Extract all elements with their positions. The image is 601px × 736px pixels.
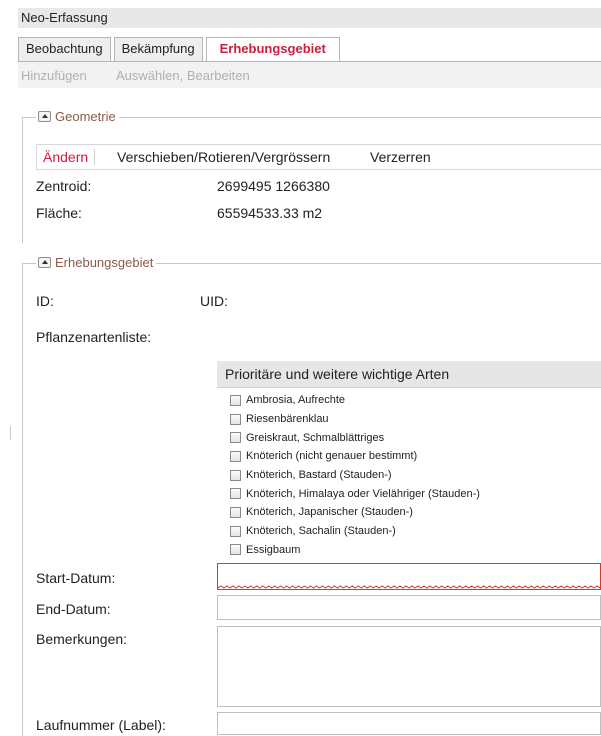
plant-checkbox-row[interactable]: Greiskraut, Schmalblättriges bbox=[217, 428, 601, 447]
plant-label: Knöterich, Bastard (Stauden-) bbox=[246, 469, 392, 482]
id-label: ID: bbox=[36, 293, 54, 309]
checkbox[interactable] bbox=[230, 544, 241, 556]
move-rotate-scale-button[interactable]: Verschieben/Rotieren/Vergrössern bbox=[117, 149, 330, 165]
plant-label: Knöterich, Japanischer (Stauden-) bbox=[246, 506, 413, 519]
plant-label: Essigbaum bbox=[246, 543, 301, 556]
end-date-label: End-Datum: bbox=[36, 601, 111, 617]
select-edit-button[interactable]: Auswählen, Bearbeiten bbox=[116, 68, 250, 83]
collapse-icon[interactable] bbox=[38, 111, 51, 122]
checkbox[interactable] bbox=[230, 413, 241, 425]
tab-erhebungsgebiet[interactable]: Erhebungsgebiet bbox=[205, 37, 340, 62]
plant-label: Knöterich, Sachalin (Stauden-) bbox=[246, 525, 396, 538]
plant-checkbox-row[interactable]: Knöterich, Sachalin (Stauden-) bbox=[217, 522, 601, 541]
plant-label: Riesenbärenklau bbox=[246, 413, 329, 426]
checkbox[interactable] bbox=[230, 525, 241, 537]
tab-bekaempfung[interactable]: Bekämpfung bbox=[113, 37, 203, 61]
geometry-legend-label: Geometrie bbox=[55, 109, 116, 124]
checkbox[interactable] bbox=[230, 432, 241, 444]
plant-checkbox-row[interactable]: Knöterich, Japanischer (Stauden-) bbox=[217, 503, 601, 522]
invalid-marker-icon bbox=[218, 585, 600, 589]
plant-checkbox-row[interactable]: Ambrosia, Aufrechte bbox=[217, 391, 601, 410]
remarks-label: Bemerkungen: bbox=[36, 631, 128, 647]
plant-list-header: Prioritäre und weitere wichtige Arten bbox=[217, 361, 601, 388]
plant-list: Prioritäre und weitere wichtige Arten Am… bbox=[217, 361, 601, 565]
checkbox[interactable] bbox=[230, 450, 241, 462]
add-button[interactable]: Hinzufügen bbox=[21, 68, 87, 83]
plant-checkbox-row[interactable]: Essigbaum bbox=[217, 541, 601, 560]
tab-beobachtung[interactable]: Beobachtung bbox=[18, 37, 111, 61]
tab-bar: Beobachtung Bekämpfung Erhebungsgebiet bbox=[18, 37, 343, 62]
plant-label: Ambrosia, Aufrechte bbox=[246, 394, 346, 407]
toolbar: Hinzufügen Auswählen, Bearbeiten bbox=[18, 62, 601, 88]
plant-label: Knöterich (nicht genauer bestimmt) bbox=[246, 450, 418, 463]
checkbox[interactable] bbox=[230, 394, 241, 406]
end-date-input[interactable] bbox=[217, 595, 601, 620]
geometry-toolbar: Ändern Verschieben/Rotieren/Vergrössern … bbox=[36, 144, 601, 170]
area-value: 65594533.33 m2 bbox=[217, 205, 323, 221]
plant-checkbox-row[interactable]: Knöterich, Bastard (Stauden-) bbox=[217, 466, 601, 485]
plant-list-label: Pflanzenartenliste: bbox=[36, 329, 152, 345]
centroid-value: 2699495 1266380 bbox=[217, 178, 330, 194]
label-number-label: Laufnummer (Label): bbox=[36, 717, 166, 733]
label-number-input[interactable] bbox=[217, 712, 601, 735]
plant-label: Greiskraut, Schmalblättriges bbox=[246, 431, 385, 444]
checkbox[interactable] bbox=[230, 488, 241, 500]
plant-checkbox-row[interactable]: Knöterich (nicht genauer bestimmt) bbox=[217, 447, 601, 466]
splitter-handle[interactable] bbox=[10, 426, 11, 440]
checkbox[interactable] bbox=[230, 506, 241, 518]
area-label: Fläche: bbox=[36, 205, 82, 221]
plant-label: Knöterich, Himalaya oder Vielähriger (St… bbox=[246, 487, 480, 500]
uid-label: UID: bbox=[200, 293, 228, 309]
checkbox[interactable] bbox=[230, 469, 241, 481]
modify-button[interactable]: Ändern bbox=[43, 149, 96, 165]
centroid-label: Zentroid: bbox=[36, 178, 92, 194]
survey-legend-label: Erhebungsgebiet bbox=[55, 255, 154, 270]
distort-button[interactable]: Verzerren bbox=[370, 149, 431, 165]
window-title: Neo-Erfassung bbox=[18, 8, 601, 28]
remarks-textarea[interactable] bbox=[217, 626, 601, 707]
start-date-label: Start-Datum: bbox=[36, 570, 116, 586]
geometry-legend: Geometrie bbox=[36, 109, 119, 124]
plant-checkbox-row[interactable]: Knöterich, Himalaya oder Vielähriger (St… bbox=[217, 484, 601, 503]
plant-checkbox-row[interactable]: Riesenbärenklau bbox=[217, 410, 601, 429]
start-date-input[interactable] bbox=[217, 563, 601, 590]
collapse-icon[interactable] bbox=[38, 257, 51, 268]
survey-legend: Erhebungsgebiet bbox=[36, 255, 157, 270]
